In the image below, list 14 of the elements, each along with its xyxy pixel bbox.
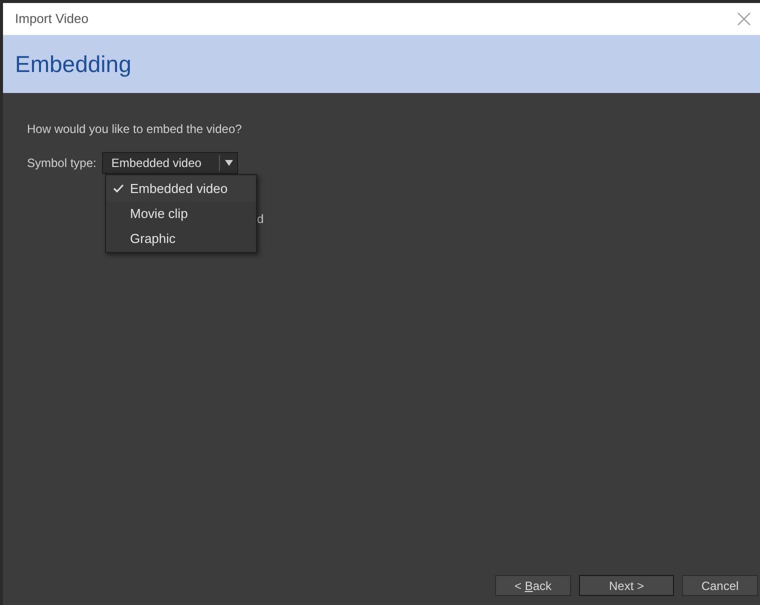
option-text: d xyxy=(257,212,264,226)
question-text: How would you like to embed the video? xyxy=(27,121,243,138)
window-title: Import Video xyxy=(15,10,88,28)
caret-icon xyxy=(224,160,233,166)
dialog-button[interactable]: Cancel xyxy=(682,575,758,596)
symbol-type-label: Symbol type: xyxy=(27,155,96,172)
dialog-button[interactable]: < Back xyxy=(495,575,571,596)
menu-item[interactable]: Graphic xyxy=(106,226,256,251)
menu-item[interactable]: Embedded video xyxy=(106,176,256,201)
dialog-button[interactable]: Next > xyxy=(579,575,674,596)
symbol-type-dropdown[interactable]: Embedded video xyxy=(102,152,238,174)
checkmark-icon xyxy=(112,184,124,193)
page-heading: Embedding xyxy=(15,50,132,79)
menu-item[interactable]: Movie clip xyxy=(106,201,256,226)
